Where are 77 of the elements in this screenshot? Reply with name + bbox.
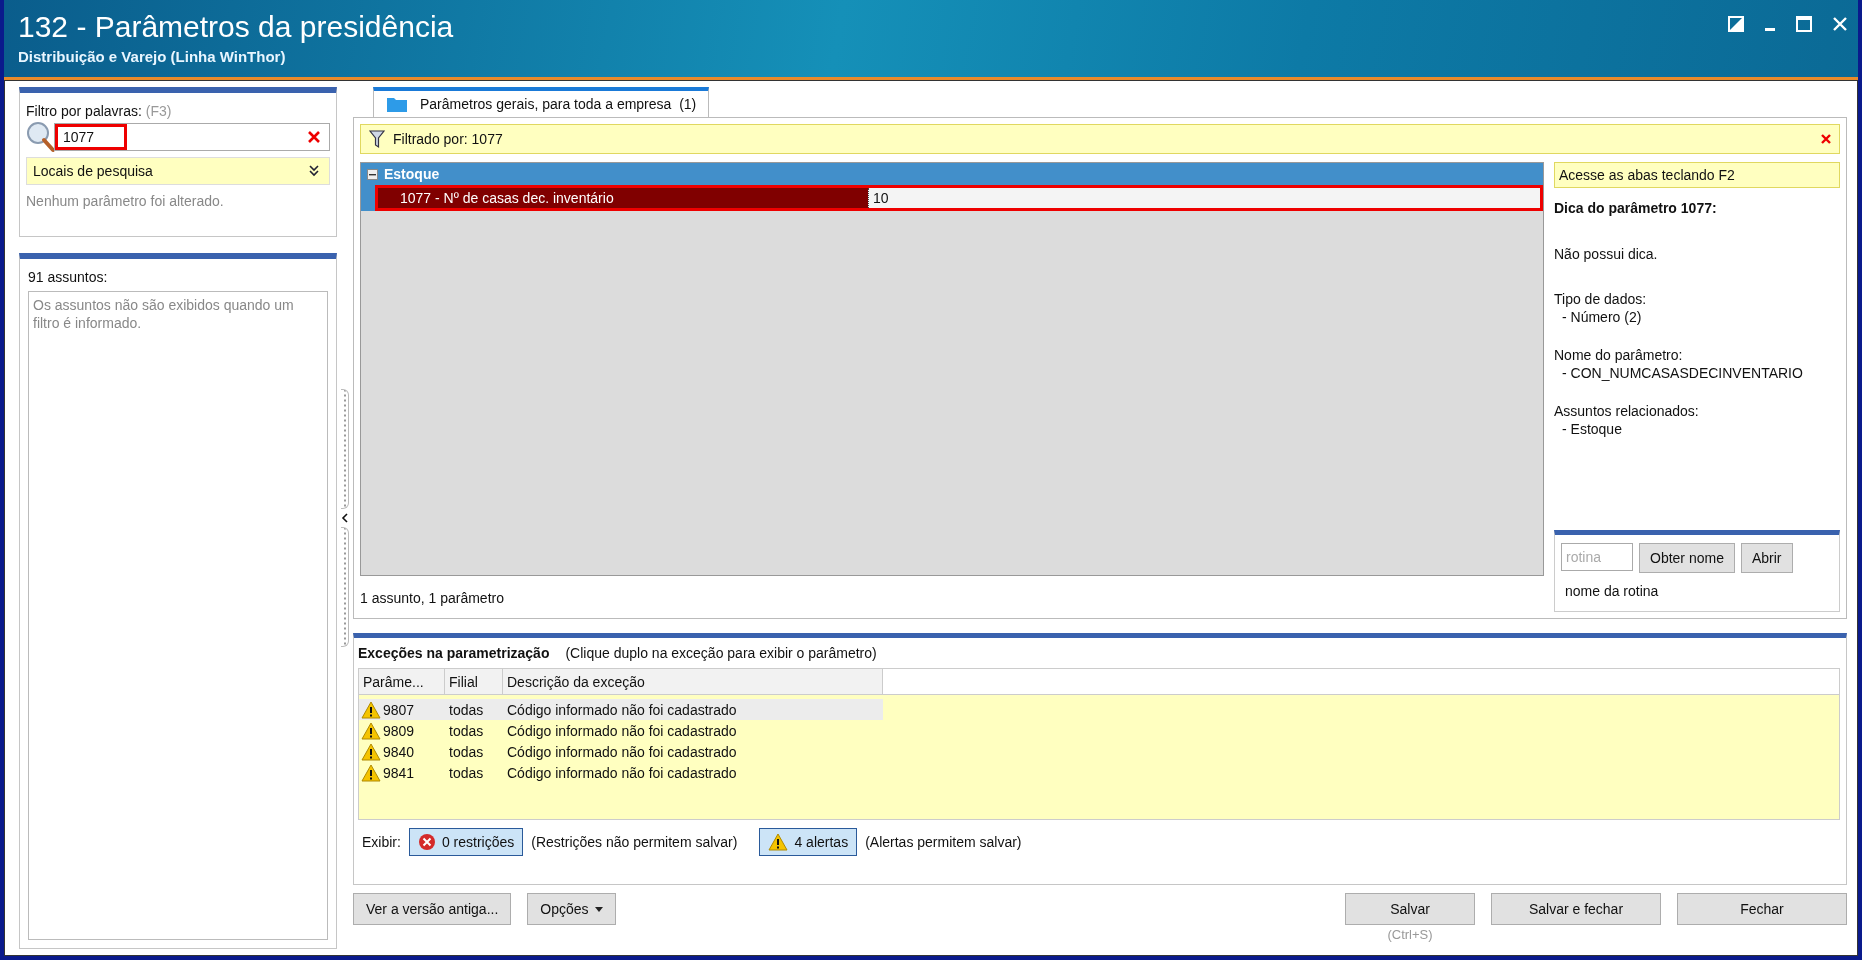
footer-button[interactable]: Salvar e fechar xyxy=(1491,893,1661,925)
funnel-icon xyxy=(369,129,385,149)
toggle-note: (Alertas permitem salvar) xyxy=(865,834,1022,850)
table-cell: Código informado não foi cadastrado xyxy=(507,764,737,781)
table-cell: 9840 xyxy=(383,743,415,760)
chevron-left-icon[interactable] xyxy=(341,513,349,523)
table-cell: 9807 xyxy=(383,701,415,718)
section-heading: Nome do parâmetro: xyxy=(1554,346,1684,364)
table-cell: Código informado não foi cadastrado xyxy=(507,701,737,718)
routine-field[interactable]: rotina xyxy=(1561,543,1633,571)
table-cell: todas xyxy=(449,743,484,760)
table-cell: todas xyxy=(449,701,484,718)
exceptions-hint: (Clique duplo na exceção para exibir o parâmetro) xyxy=(565,645,877,661)
parameter-value[interactable]: 10 xyxy=(868,188,1540,208)
parameter-name: 1077 - Nº de casas dec. inventário xyxy=(378,188,868,208)
tab[interactable]: Parâmetros gerais, para toda a empresa (1) xyxy=(373,87,710,117)
filter-label: Filtro por palavras: (F3) xyxy=(26,103,173,119)
show-label: Exibir: xyxy=(362,834,401,850)
exception-row[interactable]: 9840 todas Código informado não foi cadastrado xyxy=(359,741,883,762)
splitter-grip[interactable] xyxy=(341,527,349,647)
filter-text: Filtrado por: 1077 xyxy=(393,131,503,147)
clear-icon[interactable] xyxy=(1821,134,1831,144)
column-header[interactable]: Parâme... xyxy=(359,669,445,694)
status-text: Nenhum parâmetro foi alterado. xyxy=(26,193,225,209)
parameter-row[interactable]: 1077 - Nº de casas dec. inventário 10 xyxy=(375,185,1543,211)
shortcut-hint: (Ctrl+S) xyxy=(1387,927,1433,942)
table-cell: Código informado não foi cadastrado xyxy=(507,722,737,739)
section-heading: Tipo de dados: xyxy=(1554,290,1648,308)
warning-icon xyxy=(361,721,381,740)
column-header[interactable]: Descrição da exceção xyxy=(503,669,883,694)
table-cell: Código informado não foi cadastrado xyxy=(507,743,737,760)
table-cell: todas xyxy=(449,722,484,739)
routine-button[interactable]: Obter nome xyxy=(1639,543,1735,573)
section-value: - Estoque xyxy=(1561,420,1623,438)
filter-toggle[interactable]: 4 alertas xyxy=(759,828,858,856)
toggle-note: (Restrições não permitem salvar) xyxy=(531,834,738,850)
error-icon xyxy=(417,833,436,851)
splitter-grip[interactable] xyxy=(341,389,349,509)
warning-icon xyxy=(361,763,381,782)
column-header[interactable]: Filial xyxy=(445,669,503,694)
hint-text: Não possui dica. xyxy=(1554,246,1659,262)
collapse-icon[interactable] xyxy=(367,168,378,180)
summary-text: 1 assunto, 1 parâmetro xyxy=(360,589,505,608)
section-value: - Número (2) xyxy=(1561,308,1643,326)
folder-icon xyxy=(386,95,408,113)
routine-button[interactable]: Abrir xyxy=(1740,543,1793,573)
hint-banner: Acesse as abas teclando F2 xyxy=(1554,162,1840,188)
hint-title: Dica do parâmetro 1077: xyxy=(1554,200,1718,216)
exception-row[interactable]: 9807 todas Código informado não foi cadastrado xyxy=(359,699,883,720)
maximize-icon[interactable] xyxy=(1796,16,1812,32)
warning-icon xyxy=(361,742,381,761)
window-subtitle: Distribuição e Varejo (Linha WinThor) xyxy=(18,48,287,65)
close-icon[interactable] xyxy=(1832,16,1848,32)
window-title: 132 - Parâmetros da presidência xyxy=(18,10,454,44)
subjects-count: 91 assuntos: xyxy=(28,269,109,285)
section-value: - CON_NUMCASASDECINVENTARIO xyxy=(1561,364,1804,382)
section-heading: Assuntos relacionados: xyxy=(1554,402,1700,420)
subjects-list: Os assuntos não são exibidos quando um filtro é informado. xyxy=(28,291,328,940)
search-locations-dropdown[interactable]: Locais de pesquisa xyxy=(26,157,330,185)
exceptions-title: Exceções na parametrização xyxy=(358,645,550,661)
table-cell: 9809 xyxy=(383,722,415,739)
filter-toggle[interactable]: 0 restrições xyxy=(408,828,524,856)
table-cell: todas xyxy=(449,764,484,781)
footer-button[interactable]: Opções xyxy=(527,893,616,925)
exception-row[interactable]: 9841 todas Código informado não foi cadastrado xyxy=(359,762,883,783)
footer-button[interactable]: Salvar xyxy=(1345,893,1475,925)
table-cell: 9841 xyxy=(383,764,415,781)
restore-icon[interactable] xyxy=(1728,16,1744,32)
caret-icon xyxy=(594,906,603,912)
warning-icon xyxy=(361,700,381,719)
warning-icon xyxy=(768,833,789,851)
footer-button[interactable]: Fechar xyxy=(1677,893,1847,925)
routine-name: nome da rotina xyxy=(1565,583,1660,599)
search-icon xyxy=(26,121,56,153)
exception-row[interactable]: 9809 todas Código informado não foi cadastrado xyxy=(359,720,883,741)
footer-button[interactable]: Ver a versão antiga... xyxy=(353,893,512,925)
double-chevron-icon xyxy=(309,165,319,177)
